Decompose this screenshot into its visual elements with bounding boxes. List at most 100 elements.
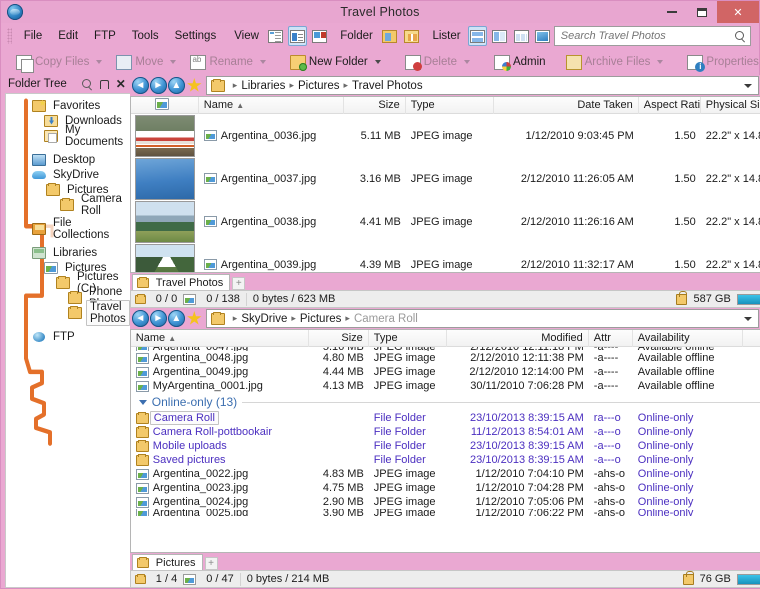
column-header-modified[interactable]: Modified [447, 330, 589, 347]
collapse-triangle-icon[interactable] [138, 399, 147, 405]
tree-node-desktop[interactable]: Desktop [6, 152, 130, 167]
column-header-type[interactable]: Type [406, 97, 494, 114]
breadcrumb-travel-photos[interactable]: Travel Photos [352, 80, 423, 92]
tree-close-icon[interactable]: ✕ [116, 78, 126, 90]
table-row[interactable]: Saved pictures File Folder 23/10/2013 8:… [131, 453, 760, 467]
new-tab-button[interactable]: + [204, 557, 218, 570]
lister-horizontal-split-button[interactable] [467, 26, 488, 46]
column-header-type[interactable]: Type [369, 330, 447, 347]
table-row[interactable]: Argentina_0036.jpg 5.11 MB JPEG image 1/… [131, 114, 760, 157]
breadcrumb-dropdown-icon[interactable] [743, 316, 752, 321]
view-thumbnails-button[interactable] [309, 26, 329, 46]
minimize-button[interactable] [657, 1, 687, 23]
table-row[interactable]: Argentina_0022.jpg 4.83 MB JPEG image 1/… [131, 467, 760, 481]
folder-dual-view-button[interactable] [402, 26, 422, 46]
lister-viewer-pane-button[interactable] [511, 26, 531, 46]
archive-files-dropdown-icon[interactable] [657, 60, 664, 64]
column-header-size[interactable]: Size [309, 330, 369, 347]
breadcrumb-pictures[interactable]: Pictures [298, 80, 340, 92]
delete-button[interactable]: Delete [400, 51, 479, 73]
tab-travel-photos[interactable]: Travel Photos [131, 274, 231, 290]
rename-dropdown-icon[interactable] [259, 60, 266, 64]
column-header-name[interactable]: Name ▲ [131, 330, 309, 347]
rename-button[interactable]: Rename [185, 51, 274, 73]
back-icon[interactable]: ◄ [131, 77, 149, 94]
forward-icon[interactable]: ► [149, 77, 167, 94]
breadcrumb-dropdown-icon[interactable] [743, 83, 752, 88]
table-row[interactable]: Argentina_0039.jpg 4.39 MB JPEG image 2/… [131, 243, 760, 272]
table-row[interactable]: Argentina_0023.jpg 4.75 MB JPEG image 1/… [131, 481, 760, 495]
new-folder-dropdown-icon[interactable] [374, 60, 381, 64]
star-icon[interactable] [186, 310, 203, 327]
back-icon[interactable]: ◄ [131, 310, 149, 327]
tree-node-skydrive[interactable]: SkyDrive [6, 167, 130, 182]
tree-node-my-documents[interactable]: My Documents [6, 124, 130, 148]
breadcrumb-skydrive[interactable]: SkyDrive [241, 313, 287, 325]
unlock-icon[interactable] [676, 290, 688, 305]
column-header-availability[interactable]: Availability [633, 330, 743, 347]
new-tab-button[interactable]: + [232, 277, 246, 290]
folder-tree[interactable]: Favorites Downloads My Documents Desktop [5, 93, 130, 588]
close-button[interactable]: ✕ [717, 1, 759, 23]
properties-button[interactable]: Properties [682, 51, 760, 73]
menu-edit[interactable]: Edit [50, 27, 86, 45]
copy-files-dropdown-icon[interactable] [96, 60, 103, 64]
view-list-button[interactable] [266, 26, 286, 46]
search-input[interactable] [558, 29, 735, 43]
up-icon[interactable]: ▲ [167, 77, 185, 94]
column-header-physical-size[interactable]: Physical Size [701, 97, 760, 114]
unlock-icon[interactable] [682, 570, 694, 585]
table-row[interactable]: MyArgentina_0001.jpg 4.13 MB JPEG image … [131, 379, 760, 393]
tree-node-libraries[interactable]: Libraries [6, 245, 130, 260]
table-row[interactable]: Argentina_0049.jpg 4.44 MB JPEG image 2/… [131, 365, 760, 379]
pin-icon[interactable] [99, 79, 109, 89]
breadcrumb-libraries[interactable]: Libraries [241, 80, 285, 92]
move-button[interactable]: Move [111, 51, 185, 73]
bottom-file-list[interactable]: Name ▲ Size Type Modified Attr Availabil… [129, 329, 760, 553]
table-row[interactable]: Argentina_0024.jpg 2.90 MB JPEG image 1/… [131, 495, 760, 509]
table-row[interactable]: Argentina_0025.jpg 3.90 MB JPEG image 1/… [131, 509, 760, 516]
folder-flat-view-button[interactable] [380, 26, 400, 46]
menu-gripper[interactable] [7, 28, 12, 44]
tree-node-file-collections[interactable]: File Collections [6, 217, 130, 241]
move-dropdown-icon[interactable] [170, 60, 177, 64]
menu-ftp[interactable]: FTP [86, 27, 124, 45]
maximize-button[interactable] [687, 1, 717, 23]
column-header-size[interactable]: Size [344, 97, 406, 114]
table-row[interactable]: Argentina_0038.jpg 4.41 MB JPEG image 2/… [131, 200, 760, 243]
table-row[interactable]: Camera Roll-pottbookair File Folder 11/1… [131, 425, 760, 439]
tree-node-camera-roll[interactable]: Camera Roll [6, 193, 130, 217]
delete-dropdown-icon[interactable] [463, 60, 470, 64]
tab-pictures[interactable]: Pictures [131, 554, 203, 570]
menu-settings[interactable]: Settings [167, 27, 225, 45]
admin-button[interactable]: Admin [489, 51, 551, 73]
copy-files-button[interactable]: Copy Files [11, 51, 111, 73]
column-header-attr[interactable]: Attr [589, 330, 633, 347]
table-row[interactable]: Camera Roll File Folder 23/10/2013 8:39:… [131, 411, 760, 425]
tree-node-travel-photos[interactable]: Travel Photos [6, 299, 130, 326]
group-header-online-only[interactable]: Online-only (13) [131, 393, 760, 411]
new-folder-button[interactable]: New Folder [285, 51, 390, 73]
column-header-thumbnail[interactable] [131, 97, 199, 114]
column-header-name[interactable]: Name ▲ [199, 97, 344, 114]
forward-icon[interactable]: ► [149, 310, 167, 327]
tree-node-ftp[interactable]: FTP [6, 329, 130, 344]
tree-search-icon[interactable] [81, 78, 93, 90]
up-icon[interactable]: ▲ [167, 310, 185, 327]
table-row[interactable]: Argentina_0048.jpg 4.80 MB JPEG image 2/… [131, 351, 760, 365]
tree-node-favorites[interactable]: Favorites [6, 98, 130, 113]
top-file-list[interactable]: Name ▲ Size Type Date Taken Aspect Ratio… [129, 96, 760, 273]
view-details-button[interactable] [287, 26, 308, 46]
menu-file[interactable]: File [16, 27, 51, 45]
lister-vertical-split-button[interactable] [489, 26, 509, 46]
top-breadcrumb[interactable]: ▸ Libraries ▸ Pictures ▸ Travel Photos [205, 76, 759, 95]
column-header-aspect-ratio[interactable]: Aspect Ratio [639, 97, 701, 114]
archive-files-button[interactable]: Archive Files [561, 51, 673, 73]
breadcrumb-pictures[interactable]: Pictures [300, 313, 342, 325]
table-row[interactable]: Argentina_0037.jpg 3.16 MB JPEG image 2/… [131, 157, 760, 200]
table-row[interactable]: Argentina_0047.jpg 5.16 MB JPEG image 2/… [131, 347, 760, 351]
lister-image-pane-button[interactable] [533, 26, 553, 46]
column-header-date-taken[interactable]: Date Taken [494, 97, 639, 114]
search-box[interactable] [553, 26, 751, 46]
table-row[interactable]: Mobile uploads File Folder 23/10/2013 8:… [131, 439, 760, 453]
